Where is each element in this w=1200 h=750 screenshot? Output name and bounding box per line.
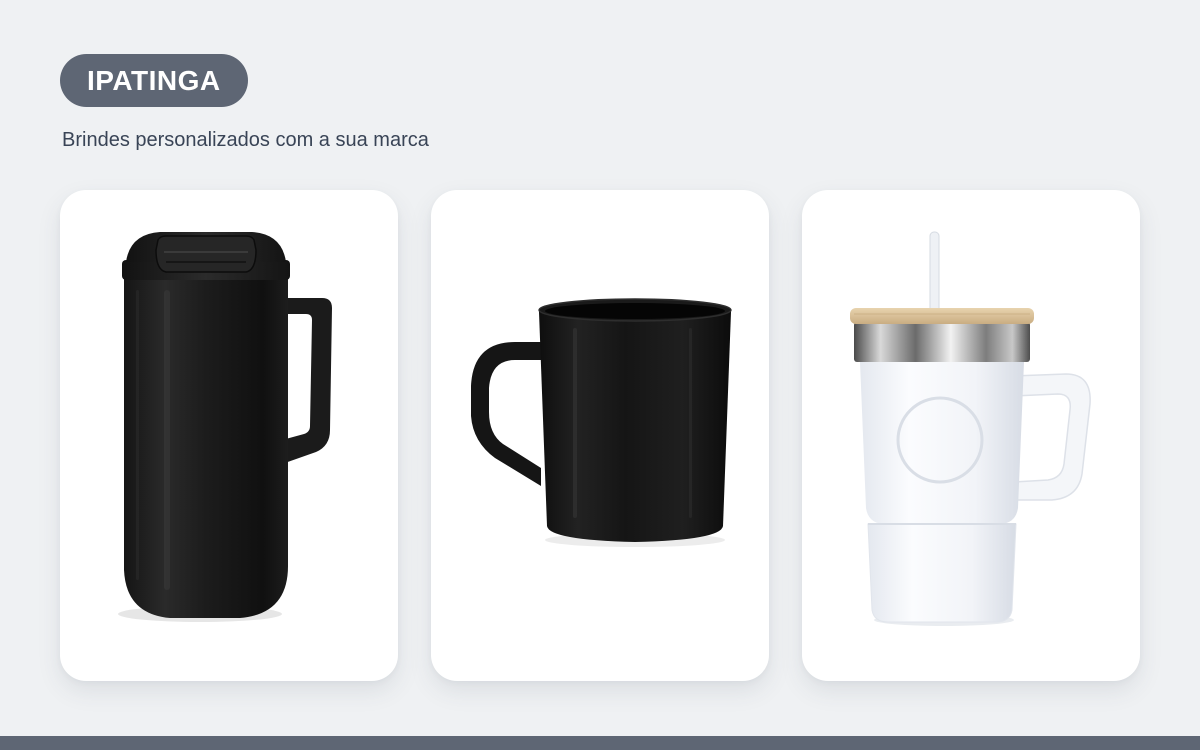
page-subtitle: Brindes personalizados com a sua marca bbox=[62, 129, 429, 151]
product-card-thermal-mug[interactable] bbox=[60, 190, 398, 681]
product-card-plastic-mug[interactable] bbox=[431, 190, 769, 681]
black-plastic-mug-image bbox=[471, 298, 732, 547]
product-card-tumbler[interactable] bbox=[802, 190, 1140, 681]
white-tumbler-image bbox=[850, 231, 1091, 626]
footer-bar bbox=[0, 736, 1200, 750]
city-badge: IPATINGA bbox=[60, 54, 248, 107]
black-thermal-mug-image bbox=[118, 232, 332, 622]
